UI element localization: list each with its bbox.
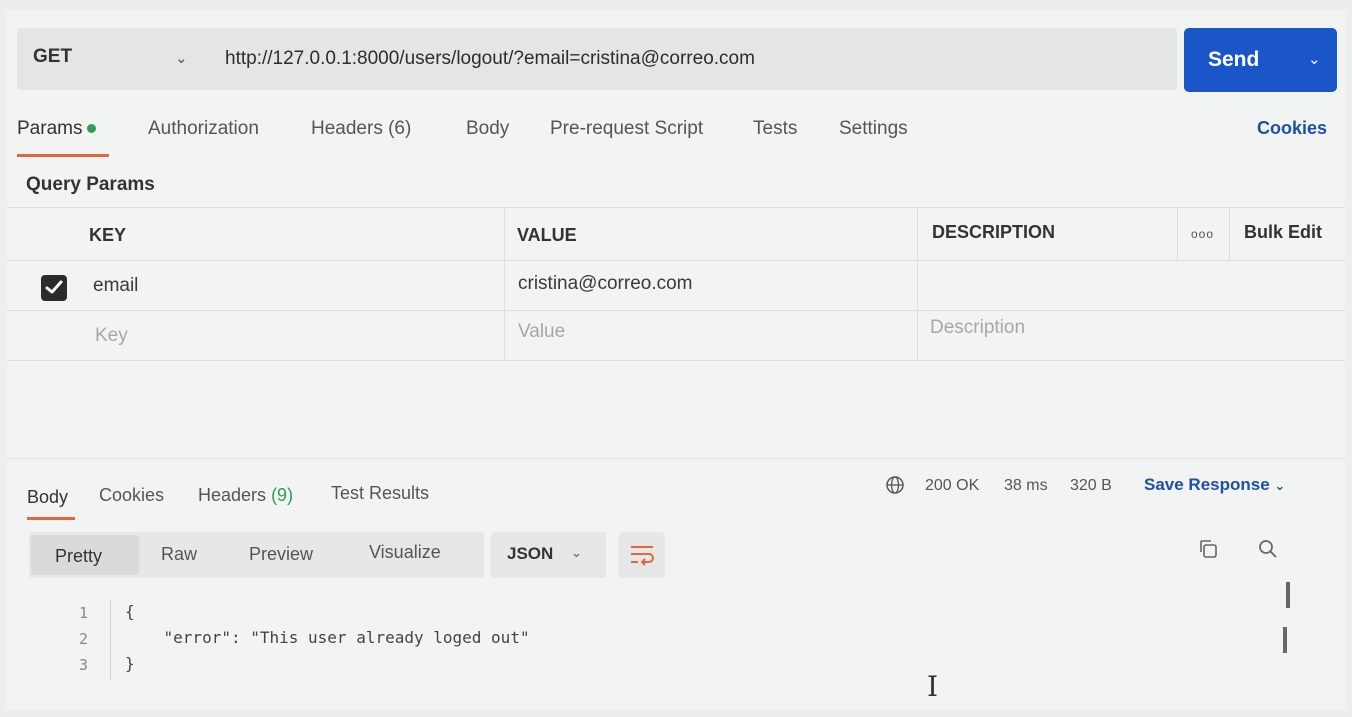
response-divider[interactable]	[7, 458, 1345, 459]
tab-settings[interactable]: Settings	[839, 118, 908, 140]
new-value-input[interactable]: Value	[518, 321, 565, 343]
cookies-link[interactable]: Cookies	[1257, 118, 1327, 139]
url-input[interactable]: http://127.0.0.1:8000/users/logout/?emai…	[225, 48, 755, 70]
more-options-icon[interactable]: ooo	[1191, 227, 1214, 241]
scrollbar-thumb[interactable]	[1283, 627, 1287, 653]
column-divider	[1229, 207, 1230, 261]
chevron-down-icon: ⌄	[1274, 478, 1286, 493]
param-value-cell[interactable]: cristina@correo.com	[518, 273, 693, 295]
request-tabs: Params Authorization Headers (6) Body Pr…	[17, 118, 1337, 157]
postman-window: GET ⌄ http://127.0.0.1:8000/users/logout…	[7, 10, 1345, 710]
method-select[interactable]: GET	[33, 46, 72, 68]
code-line: "error": "This user already loged out"	[125, 628, 530, 647]
active-tab-indicator	[27, 517, 75, 520]
wrap-lines-button[interactable]	[619, 532, 665, 578]
response-body-editor[interactable]: 1 2 3 { "error": "This user already loge…	[7, 600, 1345, 700]
code-line: {	[125, 602, 135, 621]
response-tab-test-results[interactable]: Test Results	[331, 483, 429, 504]
tab-pre-request-script[interactable]: Pre-request Script	[550, 118, 703, 140]
line-number: 2	[79, 630, 89, 648]
param-key-cell[interactable]: email	[93, 275, 138, 297]
response-format-bar: Pretty Raw Preview Visualize JSON ⌄	[29, 532, 665, 578]
request-url-bar: GET ⌄ http://127.0.0.1:8000/users/logout…	[17, 28, 1177, 90]
globe-icon[interactable]	[885, 475, 905, 500]
language-select[interactable]: JSON ⌄	[491, 532, 606, 578]
line-number: 1	[79, 604, 89, 622]
copy-icon[interactable]	[1197, 538, 1219, 565]
table-row: email cristina@correo.com	[7, 261, 1345, 311]
view-visualize-button[interactable]: Visualize	[369, 542, 441, 563]
response-tab-cookies[interactable]: Cookies	[99, 485, 164, 506]
text-cursor-icon: I	[927, 670, 939, 703]
column-header-description: DESCRIPTION	[932, 222, 1056, 242]
chevron-down-icon[interactable]: ⌄	[1308, 50, 1321, 68]
response-tab-headers[interactable]: Headers (9)	[198, 485, 293, 506]
code-line: }	[125, 654, 135, 673]
checkmark-icon	[45, 280, 63, 294]
new-key-input[interactable]: Key	[95, 325, 128, 347]
status-code[interactable]: 200 OK	[925, 477, 979, 495]
bulk-edit-button[interactable]: Bulk Edit	[1244, 222, 1322, 243]
scrollbar-thumb[interactable]	[1286, 582, 1290, 608]
chevron-down-icon: ⌄	[571, 545, 582, 560]
search-icon[interactable]	[1257, 538, 1279, 565]
new-description-input[interactable]: Description	[930, 317, 1025, 339]
query-params-table: KEY VALUE DESCRIPTION ooo Bulk Edit emai…	[7, 207, 1345, 362]
params-active-dot-icon	[87, 124, 97, 134]
chevron-down-icon[interactable]: ⌄	[175, 49, 188, 67]
headers-count: (9)	[271, 485, 294, 505]
view-preview-button[interactable]: Preview	[249, 544, 313, 565]
tab-body[interactable]: Body	[466, 118, 509, 140]
tab-headers[interactable]: Headers (6)	[311, 118, 411, 140]
active-tab-indicator	[17, 154, 109, 157]
view-mode-group: Pretty Raw Preview Visualize	[29, 532, 484, 578]
column-header-key: KEY	[89, 225, 127, 245]
gutter-divider	[110, 600, 111, 680]
response-tab-body[interactable]: Body	[27, 487, 68, 508]
view-raw-button[interactable]: Raw	[161, 544, 197, 565]
column-divider	[917, 207, 918, 361]
view-pretty-button[interactable]: Pretty	[55, 546, 102, 567]
send-button[interactable]: Send ⌄	[1184, 28, 1337, 92]
table-row-new: Key Value Description	[7, 311, 1345, 361]
query-params-title: Query Params	[26, 174, 155, 195]
language-select-value: JSON	[507, 544, 554, 563]
column-header-value: VALUE	[517, 225, 577, 245]
tab-authorization[interactable]: Authorization	[148, 118, 259, 140]
table-header-row: KEY VALUE DESCRIPTION ooo Bulk Edit	[7, 207, 1345, 261]
save-response-button[interactable]: Save Response ⌄	[1144, 475, 1285, 495]
column-divider	[504, 207, 505, 361]
column-divider	[1177, 207, 1178, 261]
response-tabs: Body Cookies Headers (9) Test Results	[27, 482, 1327, 520]
param-enabled-checkbox[interactable]	[41, 275, 67, 301]
wrap-lines-icon	[631, 546, 654, 566]
tab-params[interactable]: Params	[17, 118, 97, 140]
line-number: 3	[79, 656, 89, 674]
response-time[interactable]: 38 ms	[1004, 477, 1048, 495]
send-button-label: Send	[1208, 48, 1260, 71]
tab-tests[interactable]: Tests	[753, 118, 797, 140]
response-size[interactable]: 320 B	[1070, 477, 1112, 495]
